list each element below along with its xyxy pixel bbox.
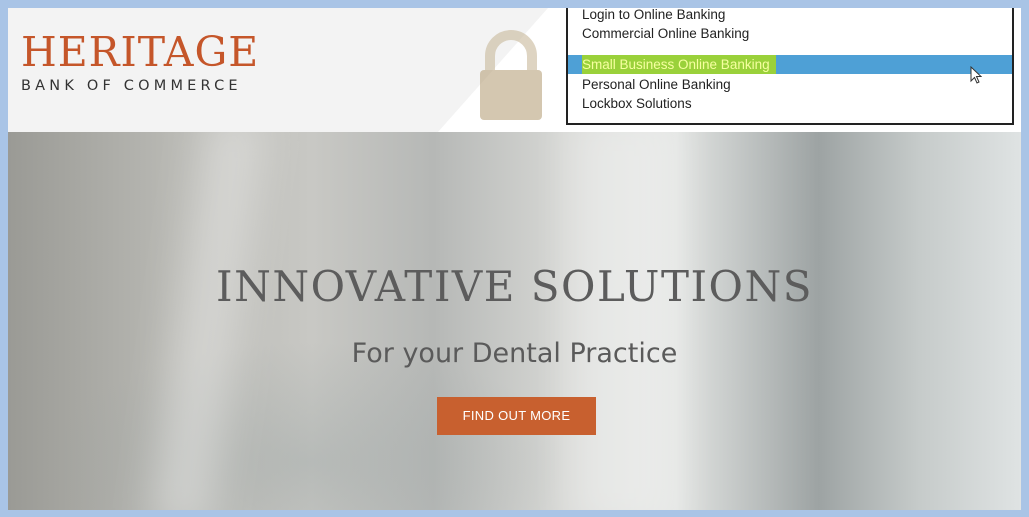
hero-banner: INNOVATIVE SOLUTIONS For your Dental Pra… [8, 132, 1021, 510]
logo-tagline: BANK OF COMMERCE [21, 78, 242, 94]
online-banking-login-menu[interactable]: Login to Online Banking Commercial Onlin… [566, 8, 1014, 125]
hero-title: INNOVATIVE SOLUTIONS [216, 262, 813, 311]
menu-item-small-business[interactable]: Small Business Online Banking [568, 55, 1012, 74]
menu-item-login[interactable]: Login to Online Banking [582, 8, 725, 24]
hero-light-beam [568, 132, 678, 510]
hero-subtitle: For your Dental Practice [351, 338, 678, 369]
menu-item-commercial[interactable]: Commercial Online Banking [582, 24, 749, 43]
mouse-cursor-icon [970, 66, 982, 84]
lock-icon [480, 30, 542, 120]
browser-viewport: HERITAGE BANK OF COMMERCE Login to Onlin… [8, 8, 1021, 510]
find-out-more-button[interactable]: FIND OUT MORE [437, 397, 596, 435]
hero-light-beam [149, 132, 267, 510]
logo-wordmark: HERITAGE [21, 28, 260, 76]
menu-item-personal[interactable]: Personal Online Banking [582, 75, 731, 94]
menu-item-lockbox[interactable]: Lockbox Solutions [582, 94, 692, 113]
site-header: HERITAGE BANK OF COMMERCE Login to Onlin… [8, 8, 1021, 132]
bank-logo[interactable]: HERITAGE BANK OF COMMERCE [21, 28, 260, 95]
